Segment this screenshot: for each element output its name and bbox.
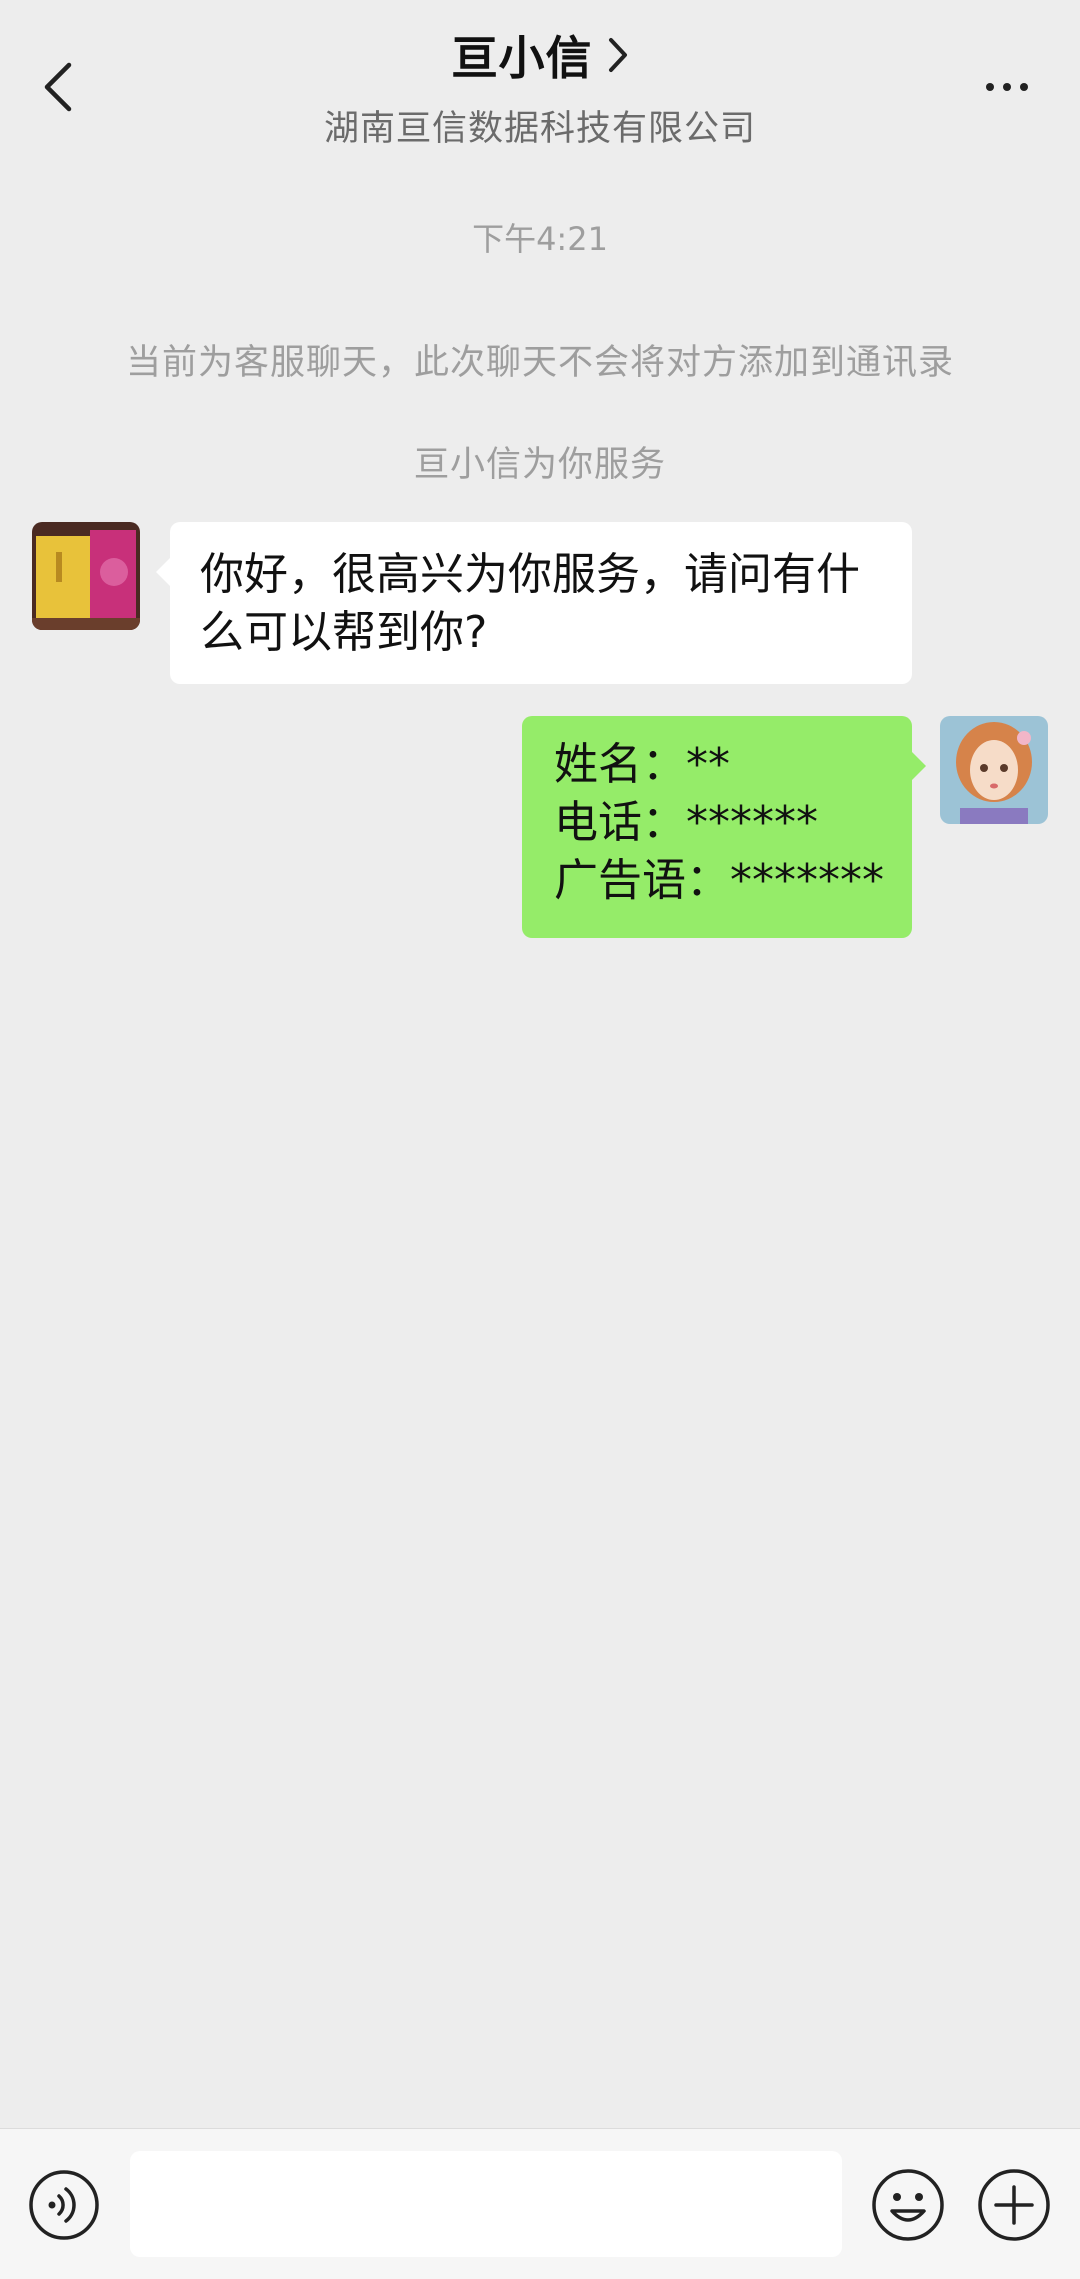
incoming-message[interactable]: 你好，很高兴为你服务，请问有什 么可以帮到你? bbox=[156, 522, 912, 684]
service-notice: 亘小信为你服务 bbox=[413, 445, 666, 485]
more-dot bbox=[1020, 83, 1028, 91]
message-line: 广告语：******* bbox=[554, 855, 884, 906]
agent-avatar[interactable] bbox=[32, 522, 140, 630]
more-button[interactable] bbox=[962, 62, 1052, 112]
more-dot bbox=[1003, 83, 1011, 91]
chevron-right-icon bbox=[608, 38, 627, 72]
chat-title: 亘小信 bbox=[451, 31, 593, 85]
message-line: 电话：****** bbox=[554, 797, 818, 848]
title-area[interactable]: 亘小信 湖南亘信数据科技有限公司 bbox=[0, 22, 1080, 151]
emoji-button[interactable] bbox=[870, 2167, 946, 2243]
more-dots-icon bbox=[986, 83, 994, 91]
message-line: 你好，很高兴为你服务，请问有什 bbox=[200, 549, 860, 600]
user-avatar[interactable] bbox=[940, 716, 1048, 824]
message-input[interactable] bbox=[130, 2151, 842, 2257]
more-functions-button[interactable] bbox=[976, 2167, 1052, 2243]
outgoing-message[interactable]: 姓名：** 电话：****** 广告语：******* bbox=[522, 716, 926, 938]
chat-subtitle: 湖南亘信数据科技有限公司 bbox=[323, 109, 756, 149]
plus-icon bbox=[978, 2169, 1050, 2241]
voice-button[interactable] bbox=[28, 2169, 100, 2241]
chat-header: 亘小信 湖南亘信数据科技有限公司 bbox=[0, 0, 1080, 170]
input-bar bbox=[0, 2128, 1080, 2279]
message-line: 么可以帮到你? bbox=[200, 607, 488, 658]
message-timestamp: 下午4:21 bbox=[472, 220, 608, 258]
message-line: 姓名：** bbox=[554, 739, 730, 790]
system-notice: 当前为客服聊天，此次聊天不会将对方添加到通讯录 bbox=[125, 343, 954, 383]
voice-icon bbox=[29, 2170, 99, 2240]
emoji-icon bbox=[872, 2169, 944, 2241]
